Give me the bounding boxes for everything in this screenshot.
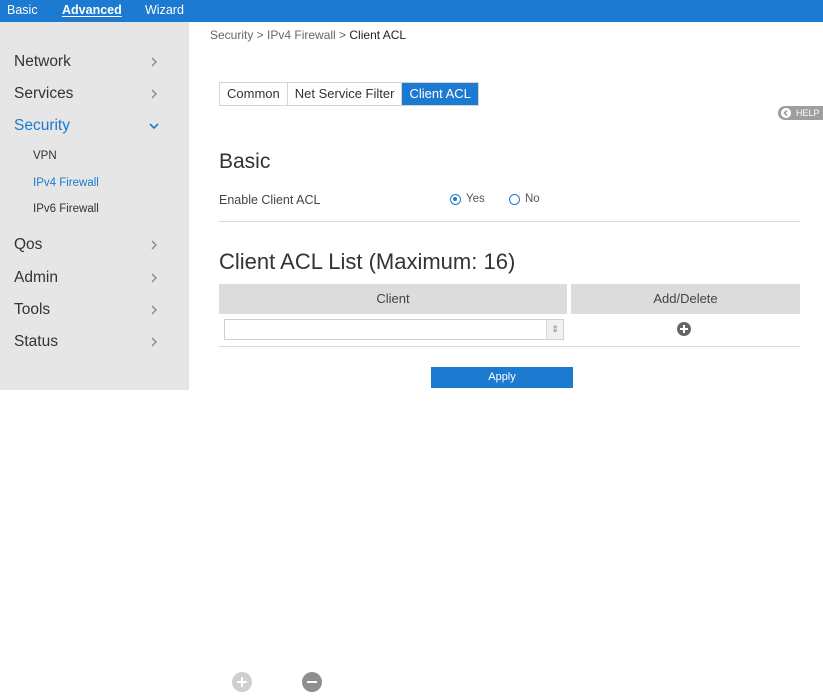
radio-yes[interactable]: Yes	[450, 193, 490, 207]
sidebar-item-label: Tools	[14, 301, 51, 318]
nav-basic[interactable]: Basic	[7, 3, 38, 17]
radio-no[interactable]: No	[509, 193, 545, 207]
updown-icon[interactable]: ⇕	[546, 320, 563, 339]
plus-circle-icon[interactable]	[232, 672, 252, 692]
radio-yes-indicator	[450, 194, 461, 205]
sidebar-item-label: Network	[14, 53, 71, 70]
sidebar-item-tools[interactable]: Tools	[0, 299, 189, 323]
section-title-acl-list: Client ACL List (Maximum: 16)	[219, 249, 516, 274]
subitem-vpn[interactable]: VPN	[33, 150, 57, 162]
apply-button[interactable]: Apply	[431, 367, 573, 388]
sidebar-item-label: Status	[14, 333, 58, 350]
sidebar-item-label: Security	[14, 117, 70, 134]
plus-circle-icon[interactable]	[677, 322, 691, 336]
top-nav-bar: Basic Advanced Wizard	[0, 0, 823, 22]
breadcrumb-path: Security > IPv4 Firewall >	[210, 28, 350, 42]
breadcrumb: Security > IPv4 Firewall > Client ACL	[210, 28, 406, 42]
chevron-right-icon	[151, 89, 157, 99]
radio-yes-label: Yes	[466, 193, 485, 205]
sidebar-item-security[interactable]: Security	[0, 115, 189, 139]
sidebar-item-qos[interactable]: Qos	[0, 234, 189, 258]
chevron-right-icon	[151, 240, 157, 250]
column-header-client: Client	[219, 284, 567, 314]
section-title-basic: Basic	[219, 150, 271, 173]
tab-client-acl[interactable]: Client ACL	[401, 83, 478, 105]
subitem-ipv6-firewall[interactable]: IPv6 Firewall	[33, 203, 99, 215]
chevron-down-icon	[149, 123, 159, 130]
help-icon	[781, 108, 791, 118]
tab-net-service-filter[interactable]: Net Service Filter	[286, 83, 402, 105]
sidebar-item-status[interactable]: Status	[0, 331, 189, 355]
breadcrumb-current: Client ACL	[349, 28, 407, 42]
sidebar-item-label: Qos	[14, 236, 43, 253]
nav-wizard[interactable]: Wizard	[145, 3, 184, 17]
client-select-input[interactable]: ⇕	[224, 319, 564, 340]
radio-no-indicator	[509, 194, 520, 205]
chevron-right-icon	[151, 337, 157, 347]
sidebar: Network Services Security VPN IPv4 Firew…	[0, 22, 189, 390]
tab-common[interactable]: Common	[220, 83, 287, 105]
subitem-ipv4-firewall[interactable]: IPv4 Firewall	[33, 177, 99, 189]
radio-no-label: No	[525, 193, 540, 205]
chevron-right-icon	[151, 57, 157, 67]
column-header-add-delete: Add/Delete	[571, 284, 800, 314]
help-label: HELP	[796, 108, 820, 118]
tab-bar: Common Net Service Filter Client ACL	[219, 82, 479, 106]
nav-advanced[interactable]: Advanced	[62, 3, 122, 17]
chevron-right-icon	[151, 305, 157, 315]
sidebar-item-services[interactable]: Services	[0, 83, 189, 107]
sidebar-item-label: Admin	[14, 269, 58, 286]
sidebar-item-network[interactable]: Network	[0, 51, 189, 75]
section-divider	[219, 221, 800, 222]
sidebar-item-admin[interactable]: Admin	[0, 267, 189, 291]
minus-circle-icon[interactable]	[302, 672, 322, 692]
enable-client-acl-label: Enable Client ACL	[219, 193, 321, 207]
sidebar-item-label: Services	[14, 85, 74, 102]
table-bottom-divider	[219, 346, 800, 347]
chevron-right-icon	[151, 273, 157, 283]
help-button[interactable]: HELP	[778, 106, 823, 120]
